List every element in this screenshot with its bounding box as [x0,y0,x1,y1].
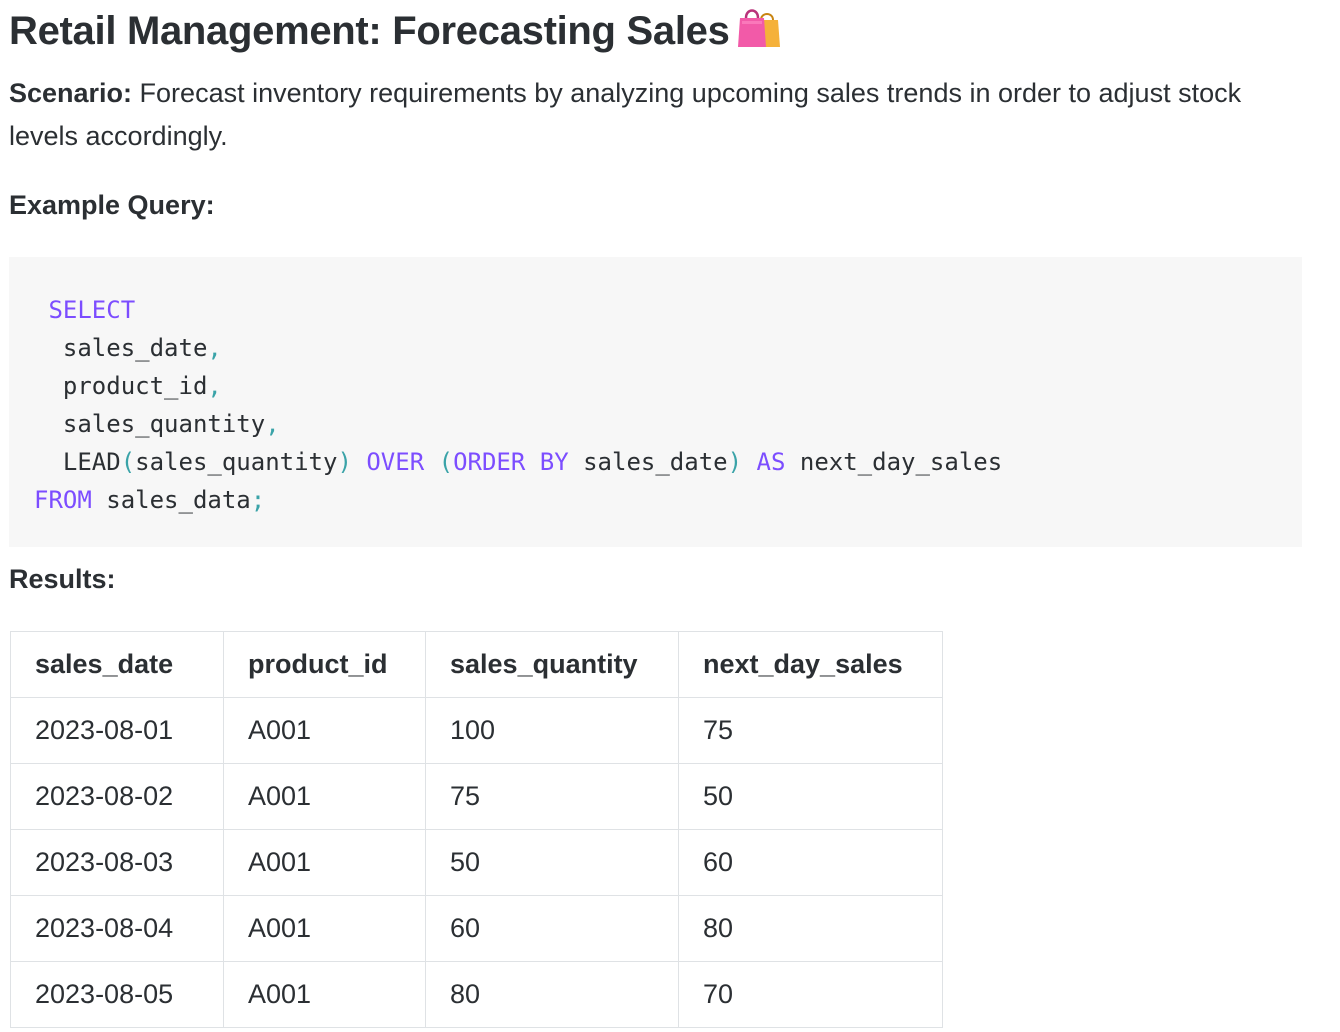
cell-product-id: A001 [223,961,426,1028]
cell-product-id: A001 [223,829,426,896]
cell-sales-quantity: 80 [425,961,679,1028]
code-column-sales-quantity: sales_quantity [62,410,266,438]
cell-sales-quantity: 60 [425,895,679,962]
code-function-lead: LEAD [62,448,121,476]
cell-product-id: A001 [223,895,426,962]
cell-next-day-sales: 60 [678,829,943,896]
code-lead-argument: sales_quantity [135,448,338,476]
column-header-product-id: product_id [223,631,426,698]
scenario-paragraph: Scenario: Forecast inventory requirement… [9,72,1299,158]
cell-sales-date: 2023-08-01 [10,697,224,764]
page-title: Retail Management: Forecasting Sales [9,4,782,58]
cell-sales-quantity: 100 [425,697,679,764]
code-column-product-id: product_id [62,372,208,400]
example-query-heading: Example Query: [9,190,215,220]
cell-sales-quantity: 50 [425,829,679,896]
table-row: 2023-08-01 A001 100 75 [10,697,943,764]
cell-next-day-sales: 50 [678,763,943,830]
table-row: 2023-08-05 A001 80 70 [10,961,943,1028]
cell-sales-quantity: 75 [425,763,679,830]
column-header-next-day-sales: next_day_sales [678,631,943,698]
cell-sales-date: 2023-08-03 [10,829,224,896]
code-keyword-order-by: ORDER BY [453,448,569,476]
code-table-name: sales_data [106,486,251,514]
cell-sales-date: 2023-08-02 [10,763,224,830]
cell-next-day-sales: 80 [678,895,943,962]
code-keyword-over: OVER [366,448,425,476]
cell-next-day-sales: 70 [678,961,943,1028]
shopping-bags-icon [737,4,782,58]
code-column-sales-date: sales_date [62,334,208,362]
results-heading: Results: [9,564,116,594]
sql-code-block: SELECT sales_date, product_id, sales_qua… [9,257,1302,547]
table-row: 2023-08-03 A001 50 60 [10,829,943,896]
table-row: 2023-08-04 A001 60 80 [10,895,943,962]
cell-product-id: A001 [223,763,426,830]
results-table: sales_date product_id sales_quantity nex… [10,631,943,1028]
cell-sales-date: 2023-08-04 [10,895,224,962]
scenario-text: Forecast inventory requirements by analy… [9,78,1242,151]
column-header-sales-date: sales_date [10,631,224,698]
code-order-column: sales_date [583,448,728,476]
table-row: 2023-08-02 A001 75 50 [10,763,943,830]
code-alias: next_day_sales [799,448,1003,476]
code-keyword-from: FROM [34,486,92,514]
cell-next-day-sales: 75 [678,697,943,764]
column-header-sales-quantity: sales_quantity [425,631,679,698]
code-keyword-select: SELECT [48,296,136,324]
table-header-row: sales_date product_id sales_quantity nex… [10,631,943,698]
scenario-label: Scenario: [9,78,133,108]
code-keyword-as: AS [756,448,786,476]
cell-sales-date: 2023-08-05 [10,961,224,1028]
cell-product-id: A001 [223,697,426,764]
page-title-text: Retail Management: Forecasting Sales [9,9,730,53]
